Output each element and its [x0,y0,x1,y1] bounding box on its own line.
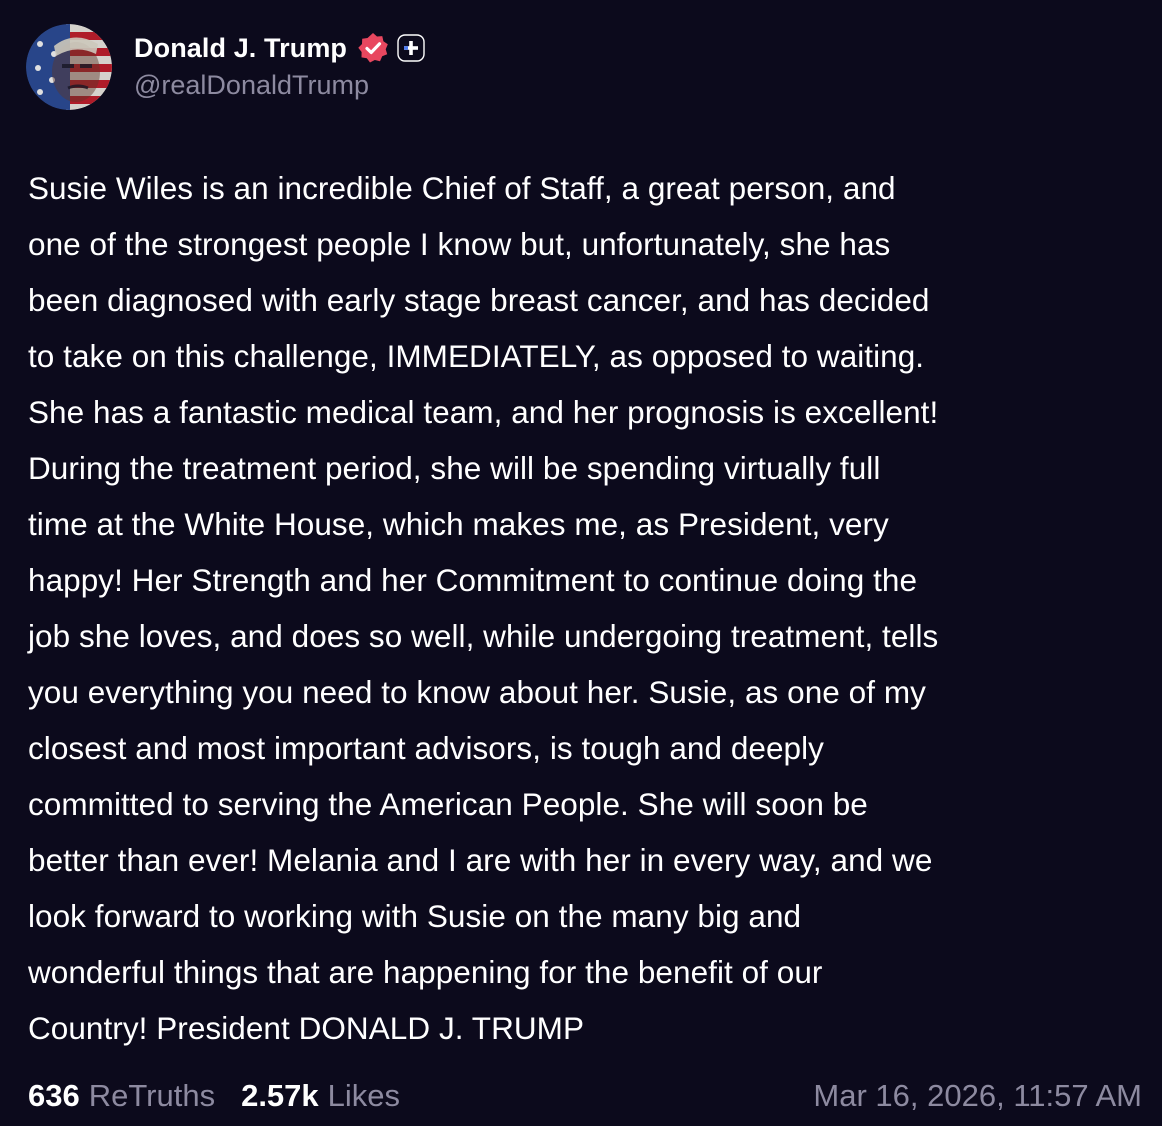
avatar[interactable] [26,24,112,110]
post-timestamp[interactable]: Mar 16, 2026, 11:57 AM [813,1078,1142,1114]
post-header: Donald J. Trump @realDonaldTrump [26,24,425,114]
author-handle[interactable]: @realDonaldTrump [134,70,425,101]
author-identity: Donald J. Trump @realDonaldTrump [134,24,425,101]
likes-count[interactable]: 2.57k [241,1078,319,1114]
truth-post: Donald J. Trump @realDonaldTrump Susie W… [0,0,1162,1126]
post-body-text: Susie Wiles is an incredible Chief of St… [28,170,939,1046]
name-row: Donald J. Trump [134,26,425,70]
retruths-label[interactable]: ReTruths [89,1078,215,1114]
likes-label[interactable]: Likes [328,1078,400,1114]
author-display-name[interactable]: Donald J. Trump [134,33,347,64]
plus-badge-icon [397,34,425,62]
post-footer: 636 ReTruths 2.57k Likes Mar 16, 2026, 1… [28,1073,1142,1119]
verified-badge-icon [357,32,389,64]
retruths-count[interactable]: 636 [28,1078,80,1114]
flag-portrait-avatar-icon [26,24,112,110]
